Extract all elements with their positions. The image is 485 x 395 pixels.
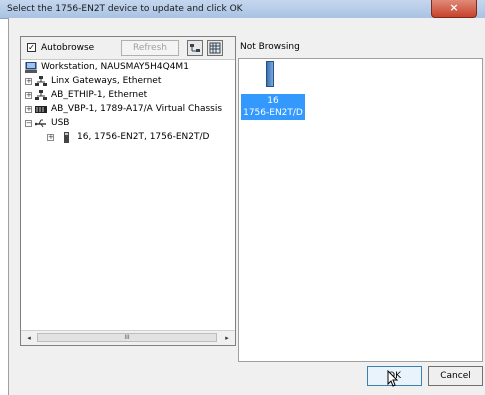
usb-icon [34, 118, 47, 129]
workstation-icon [25, 61, 37, 73]
collapse-icon[interactable]: − [25, 120, 32, 127]
horizontal-scrollbar[interactable]: ◂ III ▸ [21, 330, 235, 345]
scroll-left-icon[interactable]: ◂ [23, 332, 35, 344]
scroll-right-icon[interactable]: ▸ [221, 332, 233, 344]
tree-item-label: 16, 1756-EN2T, 1756-EN2T/D [77, 132, 210, 142]
expand-icon[interactable]: + [25, 78, 32, 85]
expand-icon[interactable]: + [25, 106, 32, 113]
tree-item-label: USB [51, 118, 70, 128]
module-icon [61, 132, 73, 143]
tree-item-label: AB_ETHIP-1, Ethernet [51, 90, 148, 100]
mouse-pointer-icon [387, 370, 399, 387]
device-slot: 16 [267, 96, 279, 106]
autobrowse-label: Autobrowse [41, 43, 95, 53]
tree-item-label: AB_VBP-1, 1789-A17/A Virtual Chassis [51, 104, 223, 114]
network-icon [35, 90, 47, 101]
device-tile[interactable]: 16 1756-EN2T/D [239, 59, 307, 167]
tree-item-label: Workstation, NAUSMAY5H4Q4M1 [41, 62, 189, 72]
browse-tree-panel: ✓ Autobrowse Refresh Workstation, NAUSMA… [20, 36, 236, 346]
device-catalog: 1756-EN2T/D [243, 108, 303, 118]
chassis-icon [35, 104, 47, 115]
module-icon [266, 61, 274, 87]
dialog-window: Select the 1756-EN2T device to update an… [0, 0, 485, 395]
expand-icon[interactable]: + [47, 134, 54, 141]
device-label: 16 1756-EN2T/D [241, 94, 305, 120]
title-bar: Select the 1756-EN2T device to update an… [0, 0, 485, 19]
browse-toolbar: ✓ Autobrowse Refresh [21, 37, 235, 60]
scroll-thumb[interactable]: III [37, 333, 217, 342]
expand-icon[interactable]: + [25, 92, 32, 99]
refresh-button[interactable]: Refresh [121, 40, 179, 56]
cancel-button[interactable]: Cancel [428, 366, 483, 386]
network-icon [35, 76, 47, 87]
autobrowse-checkbox[interactable]: ✓ [27, 43, 36, 52]
window-title: Select the 1756-EN2T device to update an… [7, 4, 243, 14]
browse-view-icon[interactable] [187, 40, 203, 56]
close-button[interactable]: × [431, 0, 477, 18]
device-view-panel: 16 1756-EN2T/D [238, 58, 483, 362]
tree-item-label: Linx Gateways, Ethernet [51, 76, 162, 86]
grid-view-icon[interactable] [207, 40, 223, 56]
browse-status-label: Not Browsing [240, 42, 300, 52]
